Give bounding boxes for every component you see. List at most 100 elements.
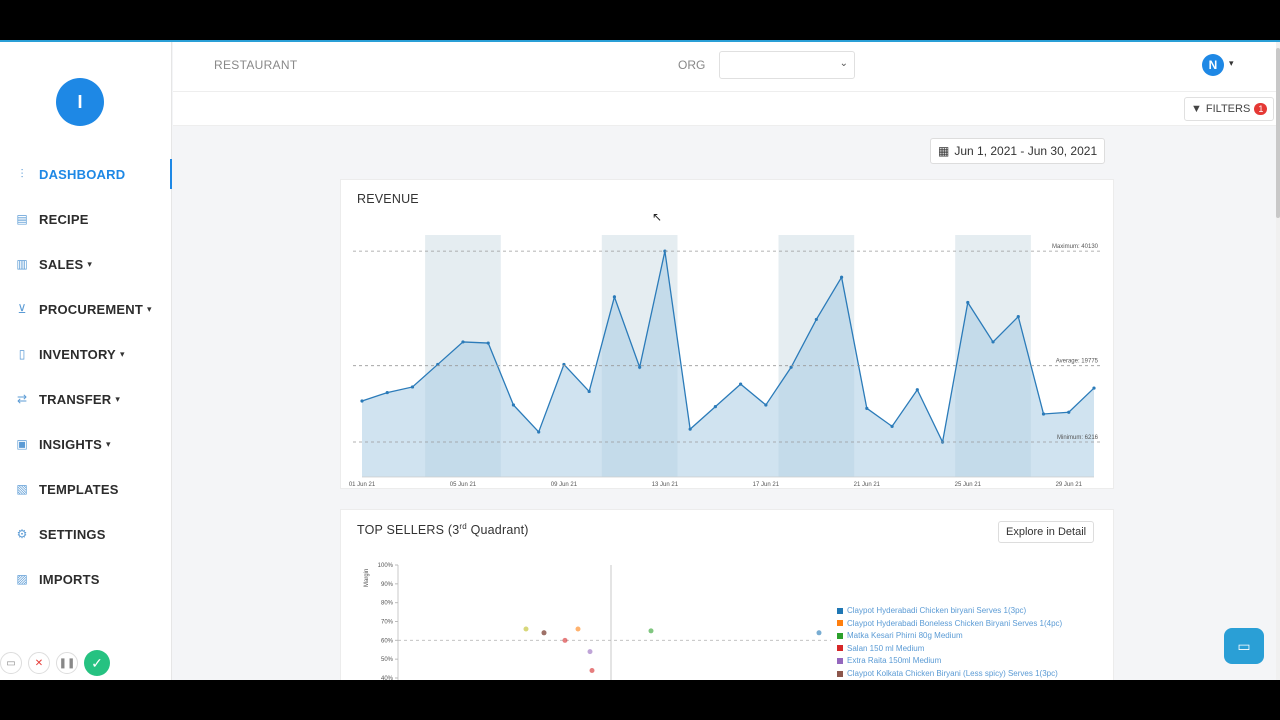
filter-bar: ▼ FILTERS 1 xyxy=(173,92,1280,126)
sidebar-item-transfer[interactable]: ⇄ TRANSFER ▾ xyxy=(0,384,172,414)
close-icon[interactable]: ✕ xyxy=(28,652,50,674)
import-icon: ▨ xyxy=(16,572,28,586)
revenue-point xyxy=(713,405,717,409)
y-tick-label: 60% xyxy=(381,638,394,644)
x-tick-label: 17 Jun 21 xyxy=(753,482,780,488)
sidebar-item-insights[interactable]: ▣ INSIGHTS ▾ xyxy=(0,429,172,459)
app-window: I ⫶ DASHBOARD ▤ RECIPE ▥ SALES ▾ ⊻ PROCUREMENT ▾ ▯… xyxy=(0,40,1280,680)
pause-icon[interactable]: ❚❚ xyxy=(56,652,78,674)
scrollbar-thumb[interactable] xyxy=(1276,48,1280,218)
legend-item[interactable]: Matka Kesari Phirni 80g Medium xyxy=(837,631,963,640)
org-logo: I xyxy=(56,78,104,126)
caret-down-icon: ▾ xyxy=(119,348,125,359)
scatter-point xyxy=(589,667,595,673)
top-sellers-card: TOP SELLERS (3rd Quadrant) Explore in De… xyxy=(340,509,1114,680)
chevron-down-icon: ⌄ xyxy=(839,58,848,69)
sidebar-item-imports[interactable]: ▨ IMPORTS xyxy=(0,564,172,594)
revenue-point xyxy=(410,385,415,389)
legend-item[interactable]: Extra Raita 150ml Medium xyxy=(837,656,941,665)
screen-recorder-controls: ▭ ✕ ❚❚ ✓ xyxy=(0,648,110,678)
camera-icon[interactable]: ▭ xyxy=(0,652,22,674)
scatter-point xyxy=(562,637,568,643)
revenue-point xyxy=(360,399,364,403)
legend-swatch xyxy=(837,670,843,677)
date-range-picker[interactable]: ▦ Jun 1, 2021 - Jun 30, 2021 xyxy=(930,138,1106,164)
chat-icon[interactable]: ▭ xyxy=(1224,628,1264,664)
caret-down-icon: ▾ xyxy=(147,303,152,314)
sidebar-item-templates[interactable]: ▧ TEMPLATES xyxy=(0,474,172,504)
scatter-point xyxy=(523,626,529,632)
cart-icon: ⊻ xyxy=(17,302,27,316)
document-icon: ▤ xyxy=(16,212,28,226)
sidebar-item-label: INVENTORY xyxy=(39,346,116,362)
restaurant-selector[interactable]: RESTAURANT xyxy=(214,58,297,72)
scatter-point xyxy=(541,630,547,636)
legend-item[interactable]: Claypot Hyderabadi Boneless Chicken Biry… xyxy=(837,619,1062,628)
gear-icon: ⚙ xyxy=(16,527,28,541)
legend-swatch xyxy=(837,632,843,639)
sidebar-item-inventory[interactable]: ▯ INVENTORY ▾ xyxy=(0,339,172,369)
y-tick-label: 100% xyxy=(378,563,394,569)
sidebar-item-label: TRANSFER xyxy=(39,391,112,407)
org-select[interactable]: ⌄ xyxy=(719,51,855,79)
legend-label: Salan 150 ml Medium xyxy=(847,643,925,653)
revenue-point xyxy=(764,403,768,407)
caret-down-icon: ▾ xyxy=(106,438,111,449)
legend-swatch xyxy=(837,607,843,614)
top-sellers-chart: 100% 90% 80% 70% 60% 50% 40% Margin xyxy=(364,563,831,680)
caret-down-icon[interactable]: ▾ xyxy=(1229,58,1234,69)
legend-label: Claypot Hyderabadi Boneless Chicken Biry… xyxy=(847,618,1063,628)
sidebar-item-label: SETTINGS xyxy=(39,526,106,542)
mouse-cursor-icon: ↖ xyxy=(652,210,663,224)
caret-down-icon: ▾ xyxy=(87,258,92,269)
y-tick-label: 80% xyxy=(381,601,394,607)
x-tick-label: 01 Jun 21 xyxy=(349,482,376,488)
legend-item[interactable]: Claypot Hyderabadi Chicken biryani Serve… xyxy=(837,606,1026,615)
filters-count-badge: 1 xyxy=(1254,103,1268,115)
check-icon[interactable]: ✓ xyxy=(84,650,110,676)
x-tick-label: 05 Jun 21 xyxy=(450,482,477,488)
sliders-icon: ⫶ xyxy=(20,167,24,181)
sidebar-item-label: IMPORTS xyxy=(39,571,100,587)
filters-button[interactable]: ▼ FILTERS 1 xyxy=(1184,97,1275,121)
legend-swatch xyxy=(837,645,843,652)
user-avatar[interactable]: N xyxy=(1202,54,1224,76)
sidebar-item-settings[interactable]: ⚙ SETTINGS xyxy=(0,519,172,549)
insights-icon: ▣ xyxy=(16,437,28,451)
legend-item[interactable]: Salan 150 ml Medium xyxy=(837,644,924,653)
revenue-point xyxy=(1016,315,1020,319)
calendar-icon: ▦ xyxy=(938,144,950,158)
x-tick-label: 09 Jun 21 xyxy=(551,482,578,488)
legend-item[interactable]: Claypot Kolkata Chicken Biryani (Less sp… xyxy=(837,669,1058,678)
revenue-point xyxy=(537,430,541,434)
revenue-point xyxy=(461,340,465,344)
sidebar-item-procurement[interactable]: ⊻ PROCUREMENT ▾ xyxy=(0,294,172,324)
y-tick-label: 70% xyxy=(381,620,394,626)
revenue-point xyxy=(991,340,995,344)
y-tick-label: 40% xyxy=(381,676,394,680)
scatter-point xyxy=(587,649,593,655)
x-tick-label: 13 Jun 21 xyxy=(652,482,679,488)
scatter-point xyxy=(575,626,581,632)
revenue-point xyxy=(890,424,894,428)
revenue-point xyxy=(789,365,793,369)
sidebar-item-sales[interactable]: ▥ SALES ▾ xyxy=(0,249,172,279)
revenue-point xyxy=(1041,412,1046,416)
legend-swatch xyxy=(837,657,843,664)
legend-label: Extra Raita 150ml Medium xyxy=(847,656,942,666)
revenue-point xyxy=(814,317,818,322)
sidebar-item-label: TEMPLATES xyxy=(39,481,119,497)
sidebar-item-label: SALES xyxy=(39,256,84,272)
transfer-icon: ⇄ xyxy=(16,392,28,406)
revenue-chart: Maximum: 40130 Average: 19775 Minimum: 621… xyxy=(349,235,1101,488)
template-icon: ▧ xyxy=(16,482,28,496)
sidebar-item-dashboard[interactable]: ⫶ DASHBOARD xyxy=(0,159,172,189)
x-tick-label: 25 Jun 21 xyxy=(955,482,982,488)
y-tick-label: 50% xyxy=(381,657,394,663)
sidebar-item-label: PROCUREMENT xyxy=(39,301,144,317)
sidebar-item-recipe[interactable]: ▤ RECIPE xyxy=(0,204,172,234)
revenue-point xyxy=(638,365,642,369)
revenue-point xyxy=(612,295,617,299)
y-axis-title: Margin xyxy=(364,569,370,587)
clipboard-icon: ▯ xyxy=(18,347,26,361)
